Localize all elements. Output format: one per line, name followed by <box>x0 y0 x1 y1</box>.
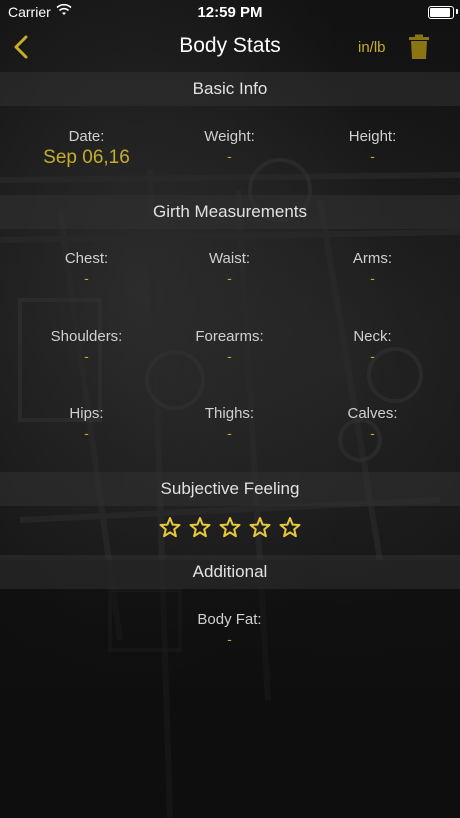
battery-tip <box>456 9 458 14</box>
calves-value: - <box>370 425 375 441</box>
date-label: Date: <box>68 128 105 145</box>
date-value: Sep 06,16 <box>43 147 130 168</box>
battery-level <box>430 8 450 17</box>
section-additional: Additional <box>0 555 460 589</box>
waist-field[interactable]: Waist: - <box>153 250 306 286</box>
calves-label: Calves: <box>347 405 398 422</box>
shoulders-value: - <box>84 348 89 364</box>
star-icon[interactable] <box>248 516 272 540</box>
arms-label: Arms: <box>352 250 393 267</box>
neck-value: - <box>370 348 375 364</box>
star-icon[interactable] <box>278 516 302 540</box>
weight-label: Weight: <box>204 128 255 145</box>
weight-value: - <box>227 148 232 164</box>
arms-value: - <box>370 270 375 286</box>
section-girth-measurements: Girth Measurements <box>0 195 460 229</box>
body-fat-label: Body Fat: <box>197 611 262 628</box>
navigation-bar: Body Stats in/lb <box>0 24 460 70</box>
star-icon[interactable] <box>188 516 212 540</box>
star-icon[interactable] <box>158 516 182 540</box>
forearms-value: - <box>227 348 232 364</box>
delete-button[interactable] <box>408 34 430 60</box>
date-field[interactable]: Date: Sep 06,16 <box>10 128 163 169</box>
forearms-field[interactable]: Forearms: - <box>153 328 306 364</box>
hips-label: Hips: <box>69 405 104 422</box>
chest-field[interactable]: Chest: - <box>10 250 163 286</box>
star-icon[interactable] <box>218 516 242 540</box>
hips-value: - <box>84 425 89 441</box>
arms-field[interactable]: Arms: - <box>296 250 449 286</box>
shoulders-label: Shoulders: <box>50 328 123 345</box>
body-fat-value: - <box>227 631 232 647</box>
height-label: Height: <box>348 128 397 145</box>
neck-field[interactable]: Neck: - <box>296 328 449 364</box>
height-field[interactable]: Height: - <box>296 128 449 164</box>
forearms-label: Forearms: <box>195 328 264 345</box>
hips-field[interactable]: Hips: - <box>10 405 163 441</box>
thighs-value: - <box>227 425 232 441</box>
waist-value: - <box>227 270 232 286</box>
page-title: Body Stats <box>179 34 281 57</box>
units-toggle-button[interactable]: in/lb <box>358 39 386 56</box>
battery-icon <box>428 6 454 19</box>
thighs-field[interactable]: Thighs: - <box>153 405 306 441</box>
section-basic-info: Basic Info <box>0 72 460 106</box>
feeling-rating-stars <box>0 516 460 545</box>
section-subjective-feeling: Subjective Feeling <box>0 472 460 506</box>
status-bar: Carrier 12:59 PM <box>0 0 460 24</box>
weight-field[interactable]: Weight: - <box>153 128 306 164</box>
clock: 12:59 PM <box>197 4 263 21</box>
screen: Carrier 12:59 PM Body Stats in/lb Basic … <box>0 0 460 818</box>
chest-label: Chest: <box>64 250 109 267</box>
chest-value: - <box>84 270 89 286</box>
calves-field[interactable]: Calves: - <box>296 405 449 441</box>
body-fat-field[interactable]: Body Fat: - <box>153 611 306 647</box>
height-value: - <box>370 148 375 164</box>
trash-icon <box>409 34 429 59</box>
waist-label: Waist: <box>208 250 251 267</box>
shoulders-field[interactable]: Shoulders: - <box>10 328 163 364</box>
thighs-label: Thighs: <box>204 405 255 422</box>
neck-label: Neck: <box>353 328 392 345</box>
